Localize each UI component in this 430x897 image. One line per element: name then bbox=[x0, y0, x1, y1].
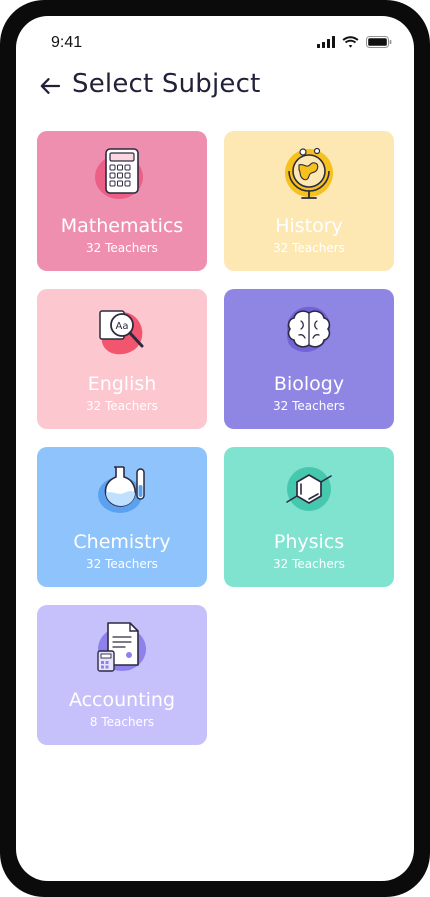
subject-name: Chemistry bbox=[73, 531, 171, 553]
subject-card-history[interactable]: History 32 Teachers bbox=[224, 131, 394, 271]
back-button[interactable] bbox=[36, 74, 64, 102]
teacher-count: 32 Teachers bbox=[86, 241, 158, 255]
subject-name: Mathematics bbox=[60, 215, 184, 237]
globe-icon bbox=[279, 143, 339, 203]
teacher-count: 32 Teachers bbox=[86, 399, 158, 413]
status-icons bbox=[317, 35, 392, 53]
teacher-count: 8 Teachers bbox=[89, 715, 155, 729]
subject-card-english[interactable]: Aa English 32 Teachers bbox=[37, 289, 207, 429]
calculator-icon bbox=[92, 143, 152, 203]
brain-icon bbox=[279, 301, 339, 361]
status-bar: 9:41 bbox=[16, 16, 414, 66]
status-time: 9:41 bbox=[51, 34, 83, 51]
screen: 9:41 Select Subject Mathematics 32 Teach… bbox=[16, 16, 414, 881]
svg-text:Aa: Aa bbox=[116, 321, 129, 332]
subject-card-chemistry[interactable]: Chemistry 32 Teachers bbox=[37, 447, 207, 587]
subject-card-accounting[interactable]: Accounting 8 Teachers bbox=[37, 605, 207, 745]
phone-frame: 9:41 Select Subject Mathematics 32 Teach… bbox=[0, 0, 430, 897]
wifi-icon bbox=[342, 35, 359, 53]
ledger-calculator-icon bbox=[92, 617, 152, 677]
header: Select Subject bbox=[16, 68, 414, 108]
teacher-count: 32 Teachers bbox=[273, 557, 345, 571]
molecule-icon bbox=[279, 459, 339, 519]
subject-name: Biology bbox=[273, 373, 345, 395]
subject-name: Physics bbox=[273, 531, 345, 553]
flask-icon bbox=[92, 459, 152, 519]
subject-name: History bbox=[275, 215, 343, 237]
cellular-signal-icon bbox=[317, 35, 335, 53]
dictionary-magnifier-icon: Aa bbox=[92, 301, 152, 361]
subject-card-physics[interactable]: Physics 32 Teachers bbox=[224, 447, 394, 587]
subject-card-biology[interactable]: Biology 32 Teachers bbox=[224, 289, 394, 429]
subject-card-mathematics[interactable]: Mathematics 32 Teachers bbox=[37, 131, 207, 271]
battery-icon bbox=[366, 35, 392, 53]
subject-name: English bbox=[87, 373, 157, 395]
page-title: Select Subject bbox=[72, 69, 261, 99]
teacher-count: 32 Teachers bbox=[86, 557, 158, 571]
arrow-left-icon bbox=[39, 77, 61, 100]
teacher-count: 32 Teachers bbox=[273, 241, 345, 255]
teacher-count: 32 Teachers bbox=[273, 399, 345, 413]
subject-name: Accounting bbox=[68, 689, 176, 711]
